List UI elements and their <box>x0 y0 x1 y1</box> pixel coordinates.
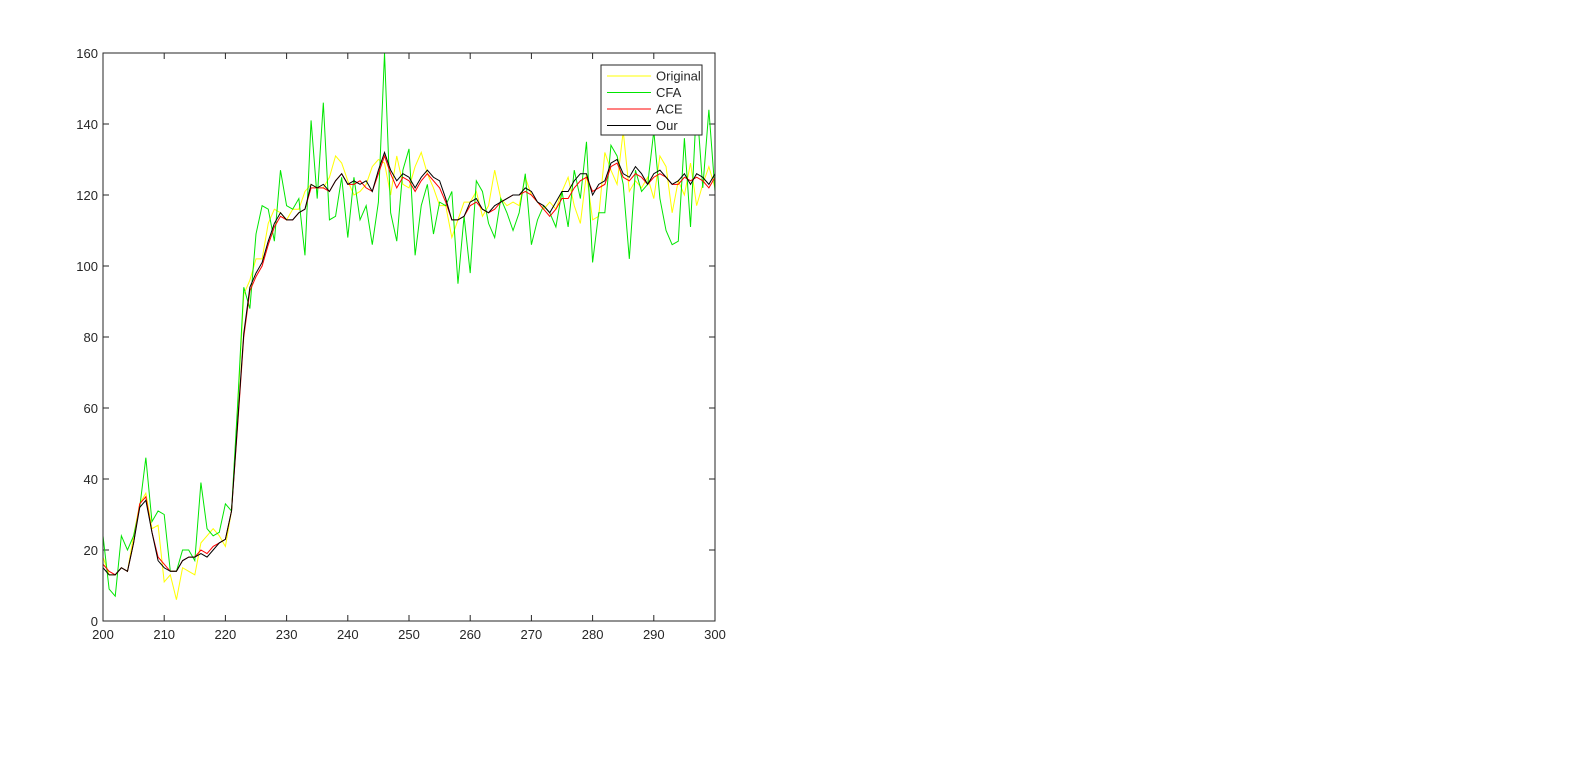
legend-label: Original <box>656 69 701 84</box>
x-tick-label: 270 <box>521 627 543 642</box>
x-tick-label: 280 <box>582 627 604 642</box>
y-tick-label: 120 <box>76 188 98 203</box>
y-tick-label: 40 <box>84 472 98 487</box>
x-tick-label: 230 <box>276 627 298 642</box>
x-tick-label: 300 <box>704 627 726 642</box>
y-tick-label: 60 <box>84 401 98 416</box>
y-tick-label: 80 <box>84 330 98 345</box>
legend-label: Our <box>656 118 678 133</box>
y-tick-label: 100 <box>76 259 98 274</box>
x-tick-label: 290 <box>643 627 665 642</box>
legend-label: ACE <box>656 102 683 117</box>
y-tick-label: 20 <box>84 543 98 558</box>
x-tick-label: 260 <box>459 627 481 642</box>
y-tick-label: 160 <box>76 46 98 61</box>
x-tick-label: 210 <box>153 627 175 642</box>
x-tick-label: 240 <box>337 627 359 642</box>
plot-background <box>103 53 715 621</box>
line-chart: 200 210 220 230 240 250 260 270 280 290 300 0 20 40 6… <box>76 46 726 642</box>
x-tick-label: 200 <box>92 627 114 642</box>
legend: OriginalCFA ACEOur <box>600 64 703 136</box>
legend-label: CFA <box>656 85 682 100</box>
y-tick-label: 0 <box>91 614 98 629</box>
x-tick-label: 250 <box>398 627 420 642</box>
y-tick-label: 140 <box>76 117 98 132</box>
x-tick-label: 220 <box>215 627 237 642</box>
chart: 200 210 220 230 240 250 260 270 280 290 300 0 20 40 6… <box>0 0 1578 767</box>
